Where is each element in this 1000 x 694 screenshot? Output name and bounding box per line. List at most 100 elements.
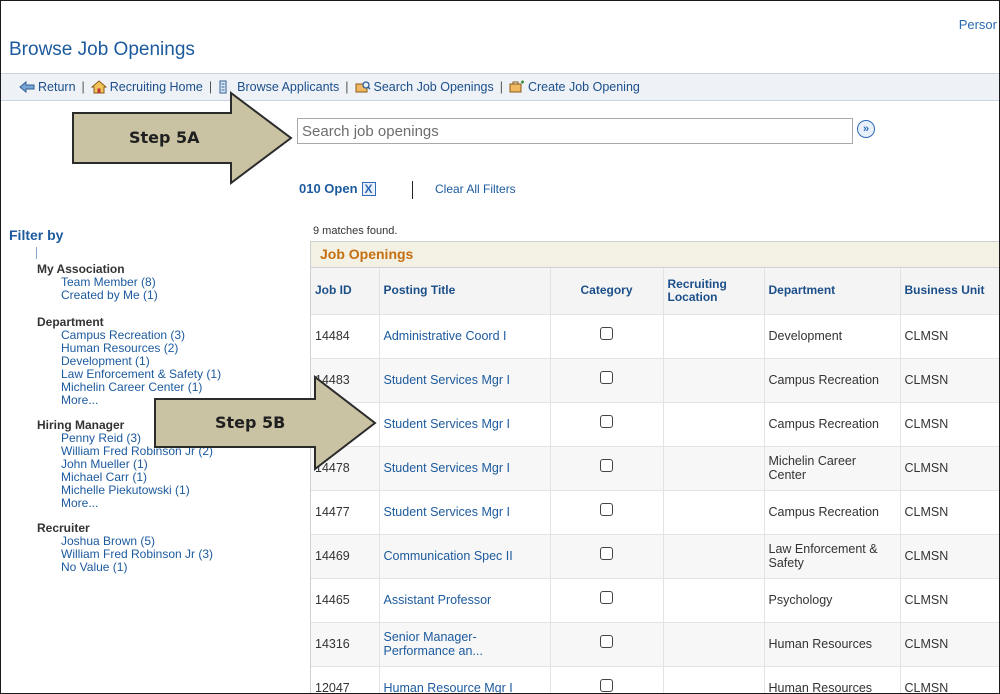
recruiting-location-cell (663, 357, 765, 402)
col-header-department[interactable]: Department (764, 268, 901, 314)
business-unit-cell: CLMSN (900, 357, 999, 402)
create-opening-icon (509, 80, 524, 93)
toolbar-separator: | (499, 80, 503, 94)
category-cell[interactable] (550, 621, 664, 666)
category-cell[interactable] (550, 357, 664, 402)
job-id-cell: 14469 (311, 533, 380, 578)
table-header-row: Job ID Posting Title Category Recruiting… (311, 268, 999, 314)
col-header-job-id[interactable]: Job ID (311, 268, 380, 314)
active-filter-label: 010 Open (299, 181, 358, 196)
department-cell: Law Enforcement & Safety (764, 533, 901, 578)
recruiting-location-cell (663, 621, 765, 666)
filter-more-link[interactable]: More... (37, 497, 297, 510)
business-unit-cell: CLMSN (900, 665, 999, 693)
posting-title-link[interactable]: Senior Manager-Performance an... (379, 621, 551, 666)
department-cell: Human Resources (764, 665, 901, 693)
category-cell[interactable] (550, 577, 664, 622)
category-cell[interactable] (550, 665, 664, 693)
job-id-cell: 14316 (311, 621, 380, 666)
active-filter-pill: 010 Open X (299, 181, 376, 196)
page-frame: Persor Browse Job Openings Return | Recr… (0, 0, 1000, 694)
business-unit-cell: CLMSN (900, 401, 999, 446)
posting-title-link[interactable]: Communication Spec II (379, 533, 551, 578)
table-row: 14465 Assistant Professor Psychology CLM… (311, 577, 999, 622)
recruiting-location-cell (663, 401, 765, 446)
table-row: 14484 Administrative Coord I Development… (311, 313, 999, 358)
category-checkbox-icon[interactable] (600, 591, 613, 604)
recruiting-location-cell (663, 533, 765, 578)
filter-by-heading: Filter by (9, 227, 64, 243)
create-job-opening-link[interactable]: Create Job Opening (509, 80, 640, 94)
filter-divider (412, 181, 413, 199)
table-row: 14483 Student Services Mgr I Campus Recr… (311, 357, 999, 402)
filter-group-my-association: My Association Team Member (8) Created b… (37, 263, 297, 302)
posting-title-link[interactable]: Assistant Professor (379, 577, 551, 622)
clear-all-filters-link[interactable]: Clear All Filters (435, 182, 516, 196)
category-cell[interactable] (550, 445, 664, 490)
business-unit-cell: CLMSN (900, 313, 999, 358)
return-link[interactable]: Return (19, 80, 76, 94)
table-row: 14478 Student Services Mgr I Michelin Ca… (311, 445, 999, 490)
step-5a-label: Step 5A (129, 128, 200, 147)
search-job-openings-link[interactable]: Search Job Openings (355, 80, 494, 94)
posting-title-link[interactable]: Student Services Mgr I (379, 489, 551, 534)
posting-title-link[interactable]: Student Services Mgr I (379, 357, 551, 402)
page-title: Browse Job Openings (9, 39, 195, 60)
posting-title-link[interactable]: Student Services Mgr I (379, 445, 551, 490)
category-checkbox-icon[interactable] (600, 679, 613, 693)
category-cell[interactable] (550, 313, 664, 358)
search-openings-icon (355, 81, 371, 93)
category-checkbox-icon[interactable] (600, 635, 613, 648)
step-5b-label: Step 5B (215, 413, 286, 432)
posting-title-link[interactable]: Human Resource Mgr I (379, 665, 551, 693)
department-cell: Campus Recreation (764, 489, 901, 534)
col-header-business-unit[interactable]: Business Unit (900, 268, 999, 314)
category-checkbox-icon[interactable] (600, 459, 613, 472)
table-row: 14316 Senior Manager-Performance an... H… (311, 621, 999, 666)
recruiting-location-cell (663, 577, 765, 622)
recruiting-location-cell (663, 665, 765, 693)
posting-title-link[interactable]: Student Services Mgr I (379, 401, 551, 446)
filter-item[interactable]: Created by Me (1) (37, 289, 297, 302)
table-row: 14477 Student Services Mgr I Campus Recr… (311, 489, 999, 534)
chevron-double-right-icon[interactable]: » (857, 120, 875, 138)
category-cell[interactable] (550, 489, 664, 534)
job-id-cell: 12047 (311, 665, 380, 693)
matches-count: 9 matches found. (313, 225, 398, 237)
business-unit-cell: CLMSN (900, 533, 999, 578)
col-header-posting-title[interactable]: Posting Title (379, 268, 551, 314)
category-checkbox-icon[interactable] (600, 415, 613, 428)
filter-tree-line (36, 247, 37, 259)
recruiting-location-cell (663, 445, 765, 490)
job-openings-grid: Job Openings Job ID Posting Title Catego… (310, 241, 999, 693)
create-job-opening-label: Create Job Opening (527, 80, 640, 94)
table-row: 14479 Student Services Mgr I Campus Recr… (311, 401, 999, 446)
posting-title-link[interactable]: Administrative Coord I (379, 313, 551, 358)
category-checkbox-icon[interactable] (600, 503, 613, 516)
category-checkbox-icon[interactable] (600, 547, 613, 560)
remove-filter-icon[interactable]: X (361, 181, 376, 196)
return-arrow-icon (19, 80, 35, 94)
search-input[interactable] (297, 118, 853, 144)
personalize-link[interactable]: Persor (959, 17, 997, 32)
department-cell: Campus Recreation (764, 357, 901, 402)
search-job-openings-label: Search Job Openings (373, 80, 494, 94)
table-row: 12047 Human Resource Mgr I Human Resourc… (311, 665, 999, 693)
business-unit-cell: CLMSN (900, 489, 999, 534)
category-cell[interactable] (550, 533, 664, 578)
filter-item[interactable]: No Value (1) (37, 561, 297, 574)
department-cell: Campus Recreation (764, 401, 901, 446)
department-cell: Psychology (764, 577, 901, 622)
col-header-recruiting-location[interactable]: Recruiting Location (663, 268, 765, 314)
category-cell[interactable] (550, 401, 664, 446)
job-id-cell: 14477 (311, 489, 380, 534)
job-id-cell: 14484 (311, 313, 380, 358)
recruiting-location-cell (663, 489, 765, 534)
toolbar-separator: | (345, 80, 349, 94)
category-checkbox-icon[interactable] (600, 327, 613, 340)
col-header-category[interactable]: Category (550, 268, 664, 314)
return-label: Return (38, 80, 76, 94)
business-unit-cell: CLMSN (900, 621, 999, 666)
job-id-cell: 14465 (311, 577, 380, 622)
category-checkbox-icon[interactable] (600, 371, 613, 384)
